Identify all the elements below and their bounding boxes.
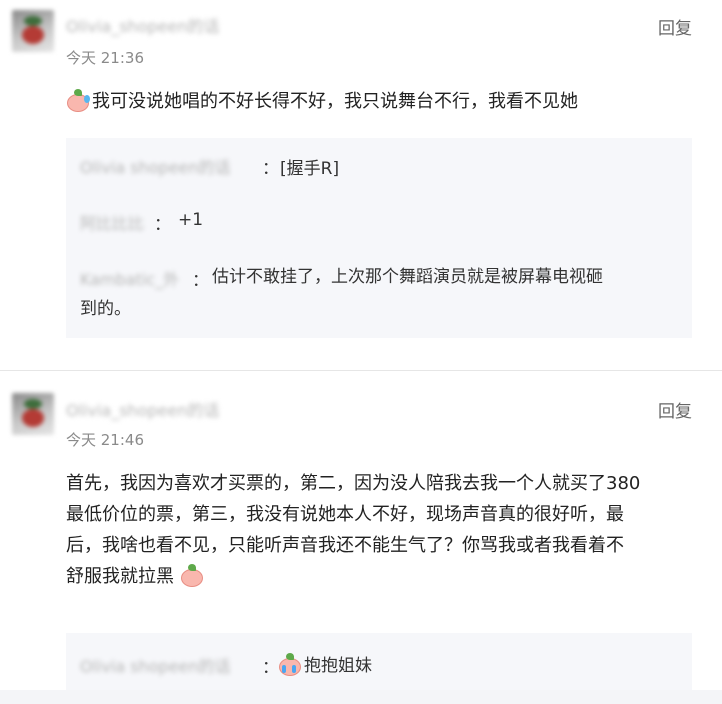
comment-text-line-last: 舒服我就拉黑 bbox=[66, 561, 686, 592]
reply-button[interactable]: 回复 bbox=[658, 14, 692, 39]
username[interactable]: Olivia_shopeen的话 bbox=[66, 13, 219, 37]
avatar[interactable] bbox=[12, 393, 54, 435]
reply-button[interactable]: 回复 bbox=[658, 397, 692, 422]
sub-reply-username[interactable]: Olivia shopeen的话 bbox=[80, 154, 231, 178]
sub-reply-separator: ： bbox=[192, 271, 209, 291]
comment-text-line: 最低价位的票，第三，我没有说她本人不好，现场声音真的很好听，最 bbox=[66, 504, 624, 525]
comment-text-line: 后，我啥也看不见，只能听声音我还不能生气了？你骂我或者我看着不 bbox=[66, 535, 624, 556]
comment-1: Olivia_shopeen的话 今天 21:36 回复 我可没说她唱的不好长得… bbox=[0, 0, 722, 370]
sub-reply-text: 估计不敢挂了，上次那个舞蹈演员就是被屏幕电视砸 bbox=[212, 267, 603, 287]
comment-text-line: 首先，我因为喜欢才买票的，第二，因为没人陪我去我一个人就买了380 bbox=[66, 473, 641, 494]
sub-reply-username[interactable]: Olivia shopeen的话 bbox=[80, 653, 231, 677]
sub-reply-text: +1 bbox=[178, 210, 204, 230]
timestamp: 今天 21:36 bbox=[66, 49, 144, 67]
bottom-edge bbox=[0, 690, 722, 704]
timestamp: 今天 21:46 bbox=[66, 431, 144, 449]
comment-2: Olivia_shopeen的话 今天 21:46 回复 首先，我因为喜欢才买票… bbox=[0, 371, 722, 704]
avatar[interactable] bbox=[12, 10, 54, 52]
reply-thread: Olivia shopeen的话 ： [握手R] 阿比比比 ： +1 Kamba… bbox=[66, 138, 692, 338]
sub-reply-separator: ： bbox=[262, 658, 279, 678]
crying-emoji-icon bbox=[278, 653, 301, 676]
comment-text: 我可没说她唱的不好长得不好，我只说舞台不行，我看不见她 bbox=[66, 86, 686, 117]
sub-reply-username[interactable]: Kambatic_外 bbox=[80, 266, 179, 290]
sub-reply-text: [握手R] bbox=[280, 159, 340, 179]
sub-reply-text-wrap: 抱抱姐妹 bbox=[278, 651, 372, 676]
reply-thread: Olivia shopeen的话 ： 抱抱姐妹 bbox=[66, 633, 692, 690]
sub-reply-text: 抱抱姐妹 bbox=[304, 656, 372, 676]
sweat-smile-emoji-icon bbox=[66, 89, 90, 112]
sub-reply-text-continued: 到的。 bbox=[80, 299, 131, 319]
sub-reply-separator: ： bbox=[262, 159, 279, 179]
comment-text-line: 舒服我就拉黑 bbox=[66, 566, 174, 587]
comment-text: 首先，我因为喜欢才买票的，第二，因为没人陪我去我一个人就买了380 最低价位的票… bbox=[66, 468, 686, 592]
sub-reply-username[interactable]: 阿比比比 bbox=[80, 210, 144, 234]
username[interactable]: Olivia_shopeen的话 bbox=[66, 397, 219, 421]
sub-reply-separator: ： bbox=[154, 215, 171, 235]
blush-emoji-icon bbox=[180, 564, 203, 587]
comment-text-content: 我可没说她唱的不好长得不好，我只说舞台不行，我看不见她 bbox=[92, 91, 578, 112]
